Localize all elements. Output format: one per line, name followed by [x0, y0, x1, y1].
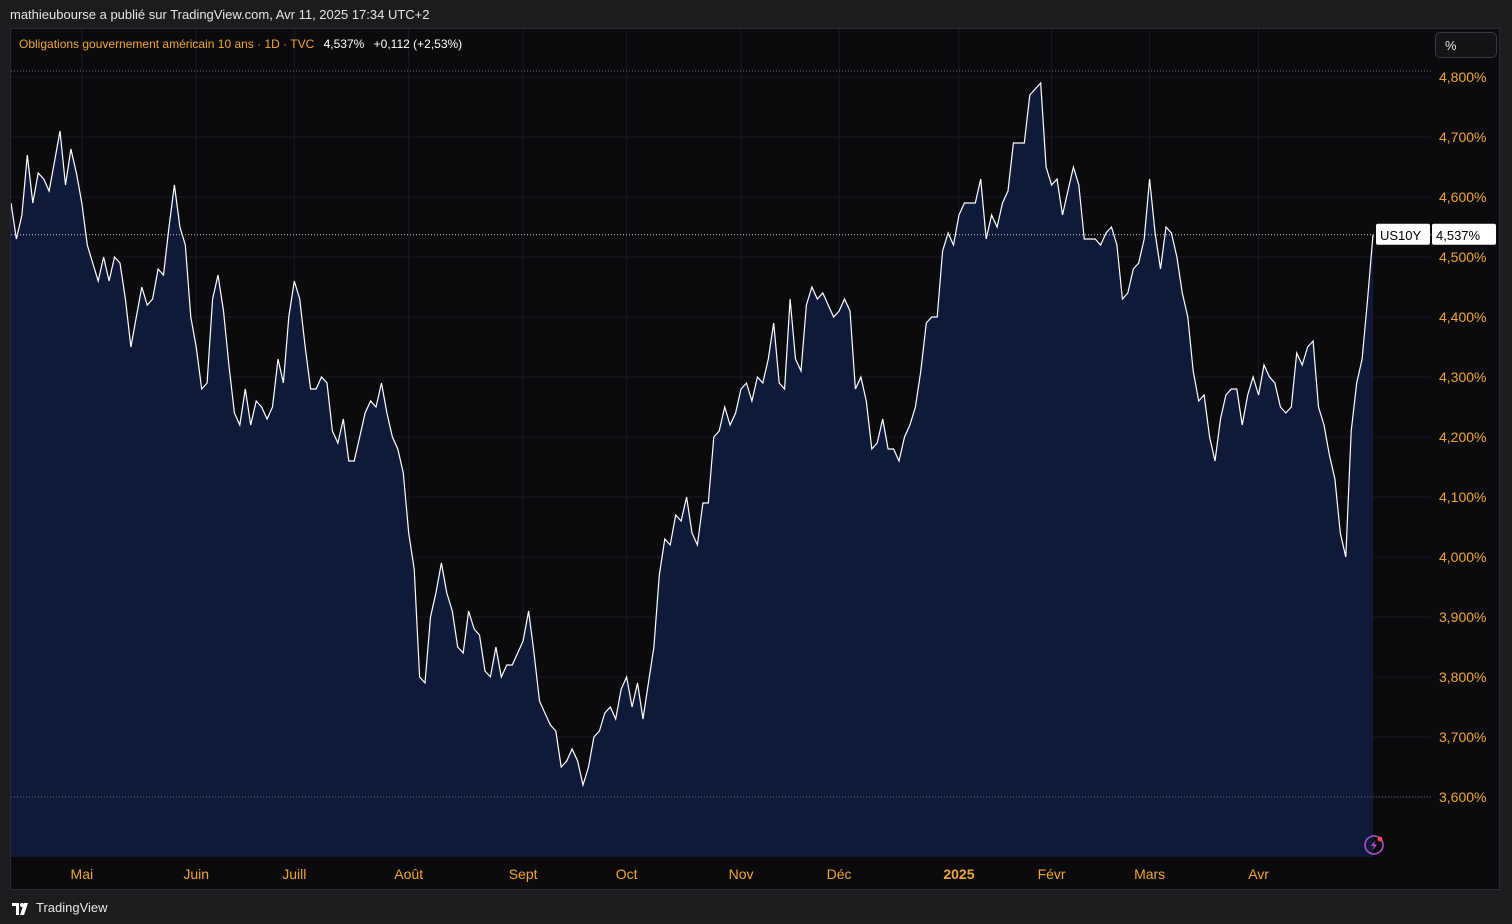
x-tick-label: 2025	[943, 866, 974, 882]
y-tick-label: 4,200%	[1439, 429, 1486, 445]
y-tick-label: 3,700%	[1439, 729, 1486, 745]
y-tick-label: 4,700%	[1439, 129, 1486, 145]
footer-brand[interactable]: TradingView	[0, 894, 412, 922]
y-tick-label: 3,900%	[1439, 609, 1486, 625]
publisher-line: mathieubourse a publié sur TradingView.c…	[10, 7, 430, 22]
chart-frame: 4,800% 4,700% 4,600% 4,500% 4,400% 4,300% 4,20…	[10, 28, 1500, 890]
footer-brand-label: TradingView	[36, 900, 108, 915]
x-tick-label: Avr	[1248, 866, 1269, 882]
price-tag-value: 4,537%	[1436, 228, 1481, 243]
x-axis: Mai Juin Juill Août Sept Oct Nov Déc 2025 Févr Mar…	[71, 866, 1270, 882]
x-tick-label: Sept	[509, 866, 538, 882]
y-tick-label: 4,800%	[1439, 69, 1486, 85]
x-tick-label: Déc	[827, 866, 852, 882]
x-tick-label: Oct	[616, 866, 638, 882]
x-tick-label: Août	[394, 866, 423, 882]
y-axis: 4,800% 4,700% 4,600% 4,500% 4,400% 4,300% 4,20…	[1439, 69, 1486, 805]
unit-toggle-button[interactable]: %	[1435, 32, 1497, 58]
legend-last-value: 4,537%	[323, 37, 365, 51]
tradingview-logo-icon	[12, 902, 28, 915]
x-tick-label: Mars	[1134, 866, 1165, 882]
x-tick-label: Nov	[729, 866, 754, 882]
legend-change: +0,112 (+2,53%)	[373, 37, 463, 51]
y-tick-label: 4,300%	[1439, 369, 1486, 385]
y-tick-label: 4,600%	[1439, 189, 1486, 205]
legend-symbol[interactable]: Obligations gouvernement américain 10 an…	[19, 37, 314, 51]
y-tick-label: 4,100%	[1439, 489, 1486, 505]
x-tick-label: Mai	[71, 866, 94, 882]
price-tag: US10Y 4,537%	[1376, 223, 1496, 245]
y-tick-label: 4,500%	[1439, 249, 1486, 265]
x-tick-label: Févr	[1038, 866, 1066, 882]
series-area	[11, 83, 1373, 857]
x-tick-label: Juill	[282, 866, 306, 882]
y-tick-label: 4,000%	[1439, 549, 1486, 565]
legend: Obligations gouvernement américain 10 an…	[19, 37, 462, 51]
y-tick-label: 3,600%	[1439, 789, 1486, 805]
y-tick-label: 3,800%	[1439, 669, 1486, 685]
price-chart[interactable]: 4,800% 4,700% 4,600% 4,500% 4,400% 4,300% 4,20…	[11, 29, 1499, 889]
x-tick-label: Juin	[183, 866, 209, 882]
price-tag-symbol: US10Y	[1380, 228, 1422, 243]
y-tick-label: 4,400%	[1439, 309, 1486, 325]
